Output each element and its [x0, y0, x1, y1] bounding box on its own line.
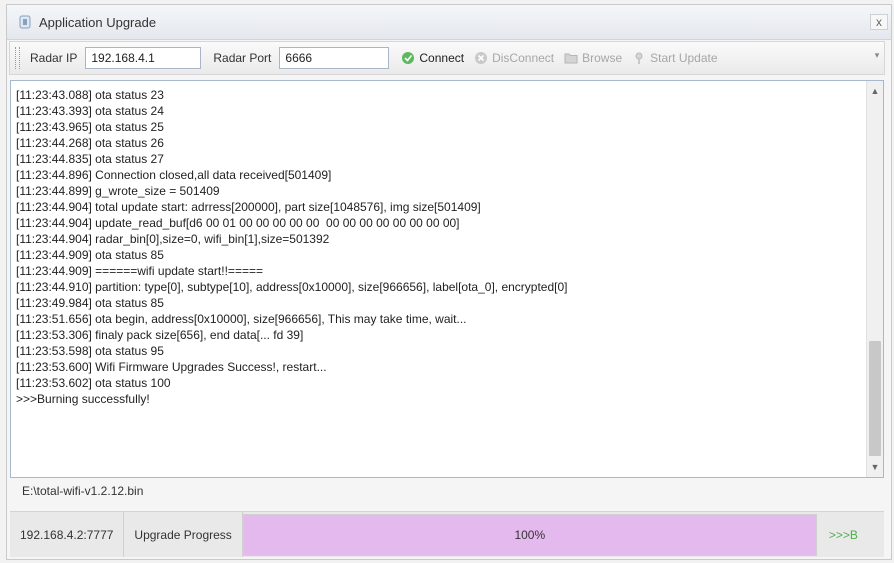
log-line: [11:23:53.600] Wifi Firmware Upgrades Su…	[16, 360, 327, 374]
connect-label: Connect	[419, 51, 465, 65]
toolbar-overflow-icon[interactable]: ▾	[872, 50, 882, 66]
close-button[interactable]: x	[870, 14, 888, 30]
log-line: [11:23:53.306] finaly pack size[656], en…	[16, 328, 304, 342]
file-path: E:\total-wifi-v1.2.12.bin	[22, 484, 144, 498]
log-line: [11:23:44.904] radar_bin[0],size=0, wifi…	[16, 232, 330, 246]
update-icon	[635, 52, 643, 64]
progress-text: 100%	[514, 527, 546, 542]
folder-icon	[564, 53, 578, 64]
log-line: [11:23:44.896] Connection closed,all dat…	[16, 168, 332, 182]
log-output[interactable]: [11:23:43.088] ota status 23 [11:23:43.39…	[10, 80, 884, 478]
log-line: [11:23:43.393] ota status 24	[16, 104, 164, 118]
app-icon	[19, 15, 31, 29]
log-scrollbar[interactable]: ▲ ▼	[866, 81, 883, 477]
browse-button[interactable]: Browse	[564, 51, 622, 65]
log-line: [11:23:53.602] ota status 100	[16, 376, 171, 390]
toolbar: Radar IP Radar Port Connect DisConnect B…	[9, 41, 885, 75]
connect-button[interactable]: Connect	[401, 51, 464, 65]
upgrade-progress-label: Upgrade Progress	[124, 512, 243, 557]
start-update-label: Start Update	[650, 51, 718, 65]
disconnect-icon	[475, 52, 488, 64]
log-line: [11:23:44.909] ======wifi update start!!…	[16, 264, 263, 278]
toolbar-grip[interactable]	[15, 47, 20, 69]
radar-ip-input[interactable]	[85, 47, 202, 69]
status-bar: 192.168.4.2:7777 Upgrade Progress 100% >…	[10, 511, 884, 557]
log-line: [11:23:44.899] g_wrote_size = 501409	[16, 184, 220, 198]
disconnect-button[interactable]: DisConnect	[474, 51, 554, 65]
log-line: [11:23:44.904] update_read_buf[d6 00 01 …	[16, 216, 460, 230]
upgrade-progress-bar: 100%	[242, 513, 817, 556]
connect-icon	[402, 52, 415, 64]
start-update-button[interactable]: Start Update	[632, 51, 718, 65]
radar-port-input[interactable]	[279, 47, 390, 69]
log-line: [11:23:44.268] ota status 26	[16, 136, 164, 150]
radar-ip-label: Radar IP	[30, 51, 78, 65]
log-line: [11:23:49.984] ota status 85	[16, 296, 164, 310]
scroll-down-icon[interactable]: ▼	[867, 459, 883, 475]
window-title: Application Upgrade	[39, 14, 157, 30]
browse-label: Browse	[582, 51, 623, 65]
log-lines: [11:23:43.088] ota status 23 [11:23:43.39…	[16, 87, 863, 407]
log-line: [11:23:44.910] partition: type[0], subty…	[16, 280, 568, 294]
radar-port-label: Radar Port	[213, 51, 272, 65]
log-line: [11:23:44.835] ota status 27	[16, 152, 164, 166]
log-line: >>>Burning successfully!	[16, 392, 150, 406]
log-line: [11:23:53.598] ota status 95	[16, 344, 164, 358]
status-tail-text: >>>B	[828, 527, 858, 542]
log-line: [11:23:43.965] ota status 25	[16, 120, 164, 134]
scroll-thumb[interactable]	[869, 341, 881, 456]
title-bar: Application Upgrade x	[7, 5, 891, 40]
scroll-up-icon[interactable]: ▲	[867, 83, 883, 99]
device-address: 192.168.4.2:7777	[10, 512, 125, 557]
disconnect-label: DisConnect	[492, 51, 555, 65]
log-line: [11:23:51.656] ota begin, address[0x1000…	[16, 312, 467, 326]
log-line: [11:23:44.904] total update start: adrre…	[16, 200, 481, 214]
log-line: [11:23:43.088] ota status 23	[16, 88, 164, 102]
log-line: [11:23:44.909] ota status 85	[16, 248, 164, 262]
